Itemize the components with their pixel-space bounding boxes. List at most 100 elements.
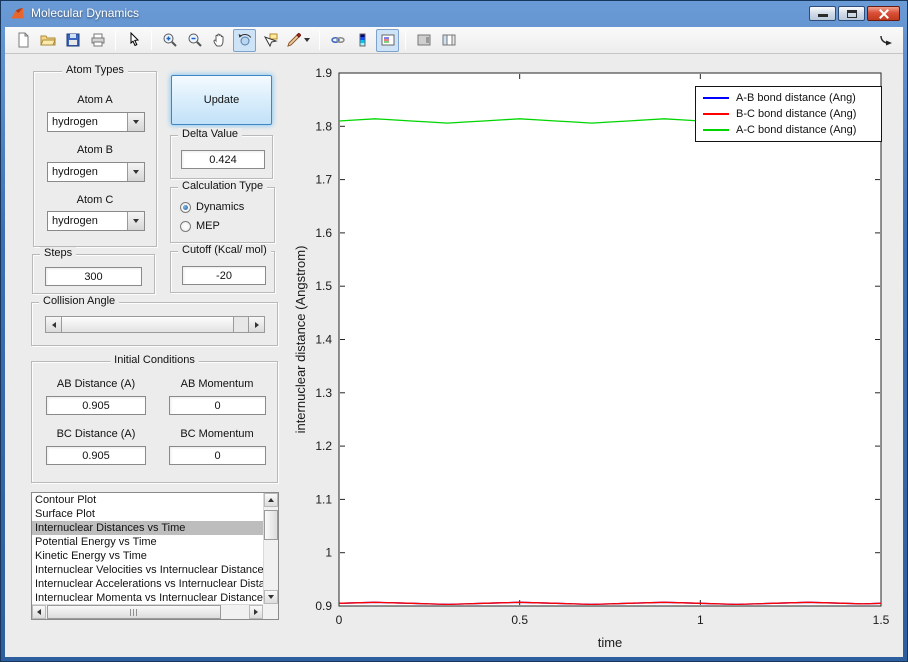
svg-text:0.5: 0.5 bbox=[511, 613, 528, 627]
insert-colorbar-button[interactable] bbox=[351, 29, 374, 52]
list-item[interactable]: Internuclear Momenta vs Internuclear Dis… bbox=[32, 591, 263, 604]
titlebar[interactable]: Molecular Dynamics bbox=[1, 1, 907, 27]
dropdown-button[interactable] bbox=[127, 212, 144, 230]
link-plot-button[interactable] bbox=[326, 29, 349, 52]
zoom-in-button[interactable] bbox=[158, 29, 181, 52]
list-item[interactable]: Potential Energy vs Time bbox=[32, 535, 263, 549]
list-item[interactable]: Kinetic Energy vs Time bbox=[32, 549, 263, 563]
svg-text:1.1: 1.1 bbox=[315, 492, 332, 506]
up-arrow-icon bbox=[268, 498, 274, 502]
bc-distance-input[interactable] bbox=[46, 446, 146, 465]
brush-data-button[interactable] bbox=[283, 29, 313, 52]
list-item[interactable]: Internuclear Velocities vs Internuclear … bbox=[32, 563, 263, 577]
edit-plot-button[interactable] bbox=[122, 29, 145, 52]
right-arrow-icon bbox=[254, 609, 258, 615]
ab-distance-label: AB Distance (A) bbox=[56, 378, 136, 390]
toolbar-separator bbox=[151, 30, 152, 50]
list-item[interactable]: Surface Plot bbox=[32, 507, 263, 521]
list-item[interactable]: Internuclear Accelerations vs Internucle… bbox=[32, 577, 263, 591]
link-plot-icon bbox=[330, 37, 345, 43]
atom-a-select[interactable]: hydrogen bbox=[47, 112, 145, 132]
radio-mep[interactable]: MEP bbox=[180, 219, 220, 233]
horizontal-scrollbar-thumb[interactable] bbox=[47, 605, 221, 619]
slider-track[interactable] bbox=[234, 317, 248, 332]
atom-a-label: Atom A bbox=[77, 94, 113, 106]
list-item[interactable]: Internuclear Distances vs Time bbox=[32, 521, 263, 535]
figure-body: Atom Types Atom A hydrogen Atom B hydrog… bbox=[5, 27, 903, 657]
svg-text:1.6: 1.6 bbox=[315, 226, 332, 240]
legend-entry: A-B bond distance (Ang) bbox=[696, 90, 881, 106]
brush-icon bbox=[287, 32, 302, 47]
svg-text:1: 1 bbox=[325, 546, 332, 560]
dropdown-button[interactable] bbox=[127, 113, 144, 131]
scroll-up-button[interactable] bbox=[264, 493, 278, 507]
svg-text:1: 1 bbox=[697, 613, 704, 627]
svg-text:1.2: 1.2 bbox=[315, 439, 332, 453]
collision-angle-slider[interactable] bbox=[45, 316, 265, 333]
rotate-3d-button[interactable] bbox=[233, 28, 256, 52]
close-button[interactable] bbox=[867, 6, 900, 21]
toolbar-separator bbox=[115, 30, 116, 50]
show-plot-tools-button[interactable] bbox=[437, 29, 460, 52]
delta-value-input[interactable] bbox=[181, 150, 265, 169]
slider-thumb[interactable] bbox=[62, 317, 235, 332]
scroll-left-button[interactable] bbox=[32, 605, 46, 619]
steps-input[interactable] bbox=[45, 267, 142, 286]
data-cursor-button[interactable] bbox=[258, 29, 281, 52]
right-arrow-icon bbox=[254, 321, 259, 328]
legend-line-sample bbox=[703, 129, 729, 131]
app-window: Molecular Dynamics Atom Types Atom A hyd… bbox=[0, 0, 908, 662]
dock-figure-button[interactable] bbox=[874, 29, 897, 52]
dropdown-button[interactable] bbox=[127, 163, 144, 181]
brush-dropdown-icon bbox=[304, 38, 310, 42]
atom-types-panel: Atom Types Atom A hydrogen Atom B hydrog… bbox=[33, 64, 157, 247]
update-button[interactable]: Update bbox=[171, 75, 272, 125]
hide-plot-tools-icon bbox=[417, 34, 430, 46]
atom-c-select[interactable]: hydrogen bbox=[47, 211, 145, 231]
pan-button[interactable] bbox=[208, 29, 231, 52]
toolbar-separator bbox=[405, 30, 406, 50]
print-figure-button[interactable] bbox=[86, 29, 109, 52]
scrollbar-corner bbox=[263, 604, 278, 619]
chart-svg[interactable]: 0.9 1 1.1 1.2 1.3 1.4 1.5 1.6 1.7 1.8 1.9 0 0.5 1 1.5 t… bbox=[291, 61, 903, 656]
horizontal-scrollbar[interactable] bbox=[32, 604, 263, 619]
matlab-icon bbox=[11, 7, 24, 19]
slider-right-button[interactable] bbox=[248, 317, 264, 332]
legend-entry: B-C bond distance (Ang) bbox=[696, 106, 881, 122]
ab-distance-input[interactable] bbox=[46, 396, 146, 415]
show-plot-tools-icon bbox=[442, 34, 455, 46]
ab-momentum-input[interactable] bbox=[169, 396, 266, 415]
scroll-right-button[interactable] bbox=[249, 605, 263, 619]
maximize-button[interactable] bbox=[838, 6, 865, 21]
panel-title: Steps bbox=[40, 247, 77, 259]
slider-left-button[interactable] bbox=[46, 317, 62, 332]
vertical-scrollbar[interactable] bbox=[263, 493, 278, 604]
atom-b-select[interactable]: hydrogen bbox=[47, 162, 145, 182]
radio-dynamics[interactable]: Dynamics bbox=[180, 200, 244, 214]
chevron-down-icon bbox=[133, 170, 139, 174]
svg-text:time: time bbox=[598, 635, 623, 650]
insert-legend-button[interactable] bbox=[376, 28, 399, 52]
new-figure-icon bbox=[18, 32, 28, 48]
new-figure-button[interactable] bbox=[11, 29, 34, 52]
list-item[interactable]: Contour Plot bbox=[32, 493, 263, 507]
cutoff-input[interactable] bbox=[182, 266, 266, 285]
svg-text:1.5: 1.5 bbox=[315, 279, 332, 293]
save-figure-button[interactable] bbox=[61, 29, 84, 52]
open-file-button[interactable] bbox=[36, 29, 59, 52]
bc-momentum-input[interactable] bbox=[169, 446, 266, 465]
calculation-type-panel: Calculation Type Dynamics MEP bbox=[170, 180, 275, 243]
zoom-out-button[interactable] bbox=[183, 29, 206, 52]
chevron-down-icon bbox=[133, 120, 139, 124]
scroll-down-button[interactable] bbox=[264, 590, 278, 604]
svg-text:0: 0 bbox=[336, 613, 343, 627]
left-arrow-icon bbox=[37, 609, 41, 615]
hide-plot-tools-button[interactable] bbox=[412, 29, 435, 52]
svg-text:1.7: 1.7 bbox=[315, 173, 332, 187]
legend-line-sample bbox=[703, 97, 729, 99]
save-icon bbox=[66, 33, 79, 47]
vertical-scrollbar-thumb[interactable] bbox=[264, 510, 278, 540]
chevron-down-icon bbox=[133, 219, 139, 223]
radio-label: MEP bbox=[196, 220, 220, 232]
minimize-button[interactable] bbox=[809, 6, 836, 21]
